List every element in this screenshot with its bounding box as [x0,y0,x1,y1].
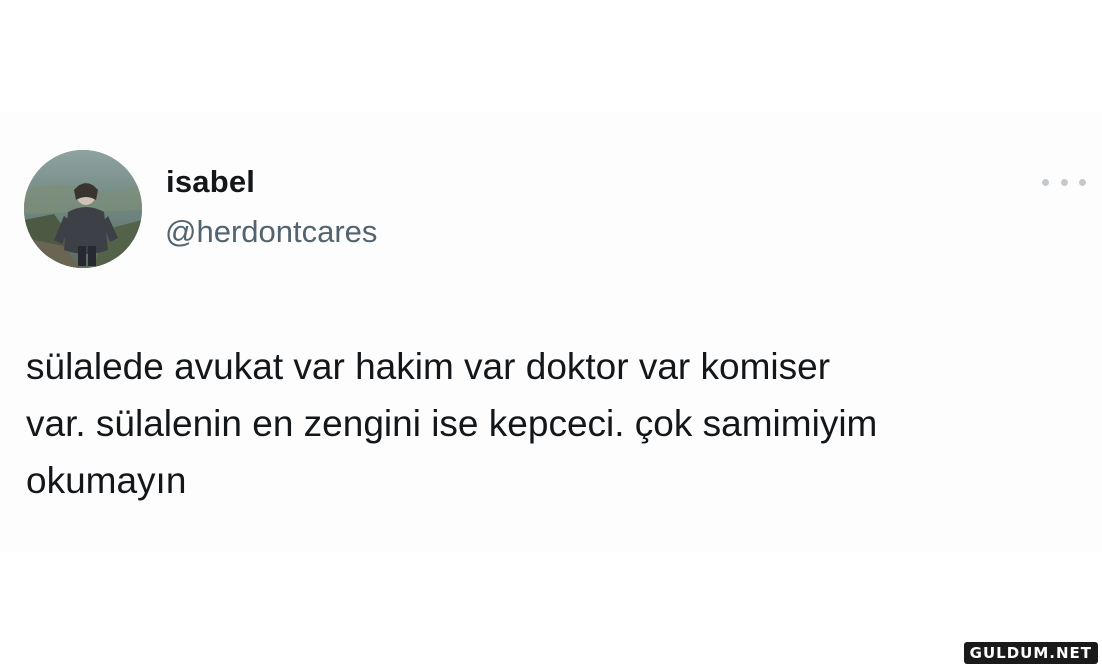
tweet-card: isabel @herdontcares sülalede avukat var… [0,112,1102,552]
tweet-text-line: sülalede avukat var hakim var doktor var… [26,346,831,387]
avatar[interactable] [24,150,142,268]
watermark: GULDUM.NET [963,642,1098,664]
ellipsis-dot [1060,178,1068,186]
ellipsis-dot [1079,178,1086,186]
profile-photo-icon [24,150,142,268]
tweet-text-line: okumayın [26,460,187,501]
tweet-text: sülalede avukat var hakim var doktor var… [26,338,1076,509]
ellipsis-icon[interactable] [1042,172,1086,192]
display-name[interactable]: isabel [166,164,255,200]
ellipsis-dot [1042,178,1049,186]
user-handle[interactable]: @herdontcares [165,214,377,250]
watermark-text: GULDUM.NET [969,644,1092,662]
tweet-text-line: var. sülalenin en zengini ise kepceci. ç… [26,403,878,444]
